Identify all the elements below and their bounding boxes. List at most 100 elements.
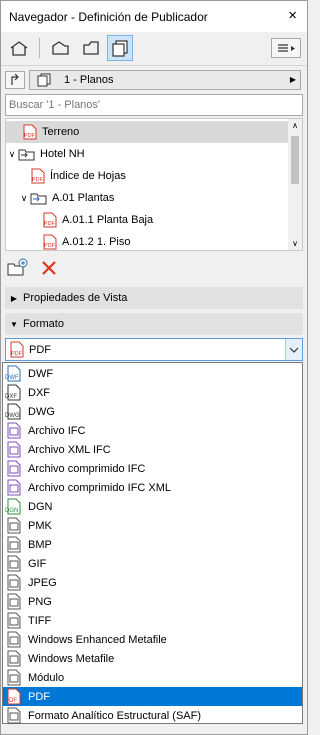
tree-item-hotel-nh[interactable]: ∨ Hotel NH <box>6 143 85 165</box>
dwg-icon: DWG <box>5 403 21 420</box>
format-panel-header[interactable]: ▼ Formato <box>5 313 303 335</box>
dropdown-button[interactable] <box>285 339 302 360</box>
pdf-icon: PDF <box>43 234 57 250</box>
svg-text:PDF: PDF <box>44 243 56 249</box>
format-option[interactable]: Formato Analítico Estructural (SAF) <box>3 706 302 725</box>
pdf-icon: PDF <box>23 124 37 140</box>
format-option[interactable]: Archivo comprimido IFC <box>3 459 302 478</box>
format-select-value: PDF <box>29 343 51 356</box>
project-map-button[interactable] <box>6 35 32 61</box>
tree-scrollbar[interactable]: ∧ ∨ <box>288 119 302 250</box>
section-title: Formato <box>23 318 64 330</box>
format-option[interactable]: Windows Metafile <box>3 649 302 668</box>
module-icon <box>7 669 21 686</box>
window-title: Navegador - Definición de Publicador <box>9 10 208 24</box>
tree-item-planta-baja[interactable]: PDF A.01.1 Planta Baja <box>30 209 153 231</box>
format-option-label: Formato Analítico Estructural (SAF) <box>28 709 201 722</box>
format-option-label: BMP <box>28 538 52 551</box>
format-option[interactable]: DWF DWF <box>3 364 302 383</box>
format-dropdown-list: DWF DWF DXF DXF DWG DWG Archivo IFC Archivo XML… <box>2 362 303 724</box>
svg-text:DXF: DXF <box>5 394 17 400</box>
tree-item-indice[interactable]: PDF Índice de Hojas <box>18 165 126 187</box>
format-select[interactable]: PDF PDF <box>5 338 303 361</box>
format-option[interactable]: DXF DXF <box>3 383 302 402</box>
layout-book-button[interactable] <box>78 35 104 61</box>
bmp-icon <box>7 536 21 553</box>
ifc-xml-icon <box>7 441 21 458</box>
format-option[interactable]: GIF <box>3 554 302 573</box>
format-option[interactable]: TIFF <box>3 611 302 630</box>
emf-icon <box>7 631 21 648</box>
tree-item-label: A.01.2 1. Piso <box>62 236 131 248</box>
publisher-set-icon <box>37 73 51 87</box>
go-up-button[interactable] <box>5 71 25 89</box>
publisher-sets-button[interactable] <box>107 35 133 61</box>
format-option[interactable]: PDF PDF <box>3 687 302 706</box>
format-option[interactable]: JPEG <box>3 573 302 592</box>
new-folder-icon[interactable] <box>7 258 29 278</box>
chevron-down-icon[interactable]: ∨ <box>6 149 18 160</box>
pdf-icon: PDF <box>5 688 21 705</box>
format-option[interactable]: DWG DWG <box>3 402 302 421</box>
publisher-navigator-window: Navegador - Definición de Publicador × 1… <box>0 0 308 735</box>
tree-item-a01-plantas[interactable]: ∨ A.01 Plantas <box>18 187 114 209</box>
ifc-zip-xml-icon <box>7 479 21 496</box>
jpeg-icon <box>7 574 21 591</box>
arrow-up-icon <box>11 74 19 85</box>
format-option[interactable]: DGN DGN <box>3 497 302 516</box>
format-option[interactable]: Windows Enhanced Metafile <box>3 630 302 649</box>
scrollbar-thumb[interactable] <box>291 136 299 184</box>
saf-icon <box>7 707 21 724</box>
folder-icon <box>30 193 47 205</box>
project-map-icon <box>10 41 28 56</box>
title-bar[interactable]: Navegador - Definición de Publicador × <box>1 1 307 32</box>
svg-text:DGN: DGN <box>5 508 18 514</box>
format-option-label: PDF <box>28 690 50 703</box>
tree-item-terreno[interactable]: PDF Terreno <box>6 121 289 143</box>
format-option-label: PNG <box>28 595 52 608</box>
format-option-label: DWF <box>28 367 54 380</box>
pdf-icon: PDF <box>31 168 45 184</box>
dxf-icon: DXF <box>5 384 21 401</box>
format-option-label: Archivo comprimido IFC <box>28 462 146 475</box>
tiff-icon <box>7 612 21 629</box>
format-option-label: Windows Metafile <box>28 652 115 665</box>
chevron-down-icon: ▼ <box>10 319 18 329</box>
format-option-label: JPEG <box>28 576 57 589</box>
format-option-label: Windows Enhanced Metafile <box>28 633 167 646</box>
search-input[interactable] <box>5 94 303 116</box>
pmk-icon <box>7 517 21 534</box>
svg-text:PDF: PDF <box>5 698 17 704</box>
format-option-label: TIFF <box>28 614 52 627</box>
svg-text:DWG: DWG <box>5 413 20 419</box>
format-option[interactable]: Archivo XML IFC <box>3 440 302 459</box>
ifc-zip-icon <box>7 460 21 477</box>
format-option[interactable]: Módulo <box>3 668 302 687</box>
publisher-tree: PDF Terreno ∨ Hotel NH PDF Índice de Hoj… <box>5 118 303 251</box>
tree-item-1-piso[interactable]: PDF A.01.2 1. Piso <box>30 231 131 250</box>
view-properties-panel-header[interactable]: ▶ Propiedades de Vista <box>5 287 303 309</box>
ifc-icon <box>7 422 21 439</box>
svg-text:PDF: PDF <box>11 351 23 357</box>
publisher-set-select[interactable]: 1 - Planos ▶ <box>29 70 301 90</box>
scroll-up-icon[interactable]: ∧ <box>288 121 302 130</box>
view-map-button[interactable] <box>47 35 73 61</box>
wmf-icon <box>7 650 21 667</box>
mode-toolbar <box>1 32 307 66</box>
format-option[interactable]: BMP <box>3 535 302 554</box>
format-option[interactable]: Archivo IFC <box>3 421 302 440</box>
delete-icon[interactable] <box>41 260 57 276</box>
format-option[interactable]: PMK <box>3 516 302 535</box>
options-menu-button[interactable] <box>271 38 301 58</box>
chevron-down-icon[interactable]: ∨ <box>18 193 30 204</box>
chevron-right-icon: ▶ <box>289 75 296 84</box>
format-option[interactable]: Archivo comprimido IFC XML <box>3 478 302 497</box>
tree-item-label: Índice de Hojas <box>50 170 126 182</box>
format-option-label: Archivo XML IFC <box>28 443 111 456</box>
scroll-down-icon[interactable]: ∨ <box>288 239 302 248</box>
format-option[interactable]: PNG <box>3 592 302 611</box>
close-icon[interactable]: × <box>288 7 297 24</box>
svg-text:PDF: PDF <box>44 221 56 227</box>
svg-text:PDF: PDF <box>32 177 44 183</box>
dgn-icon: DGN <box>5 498 21 515</box>
